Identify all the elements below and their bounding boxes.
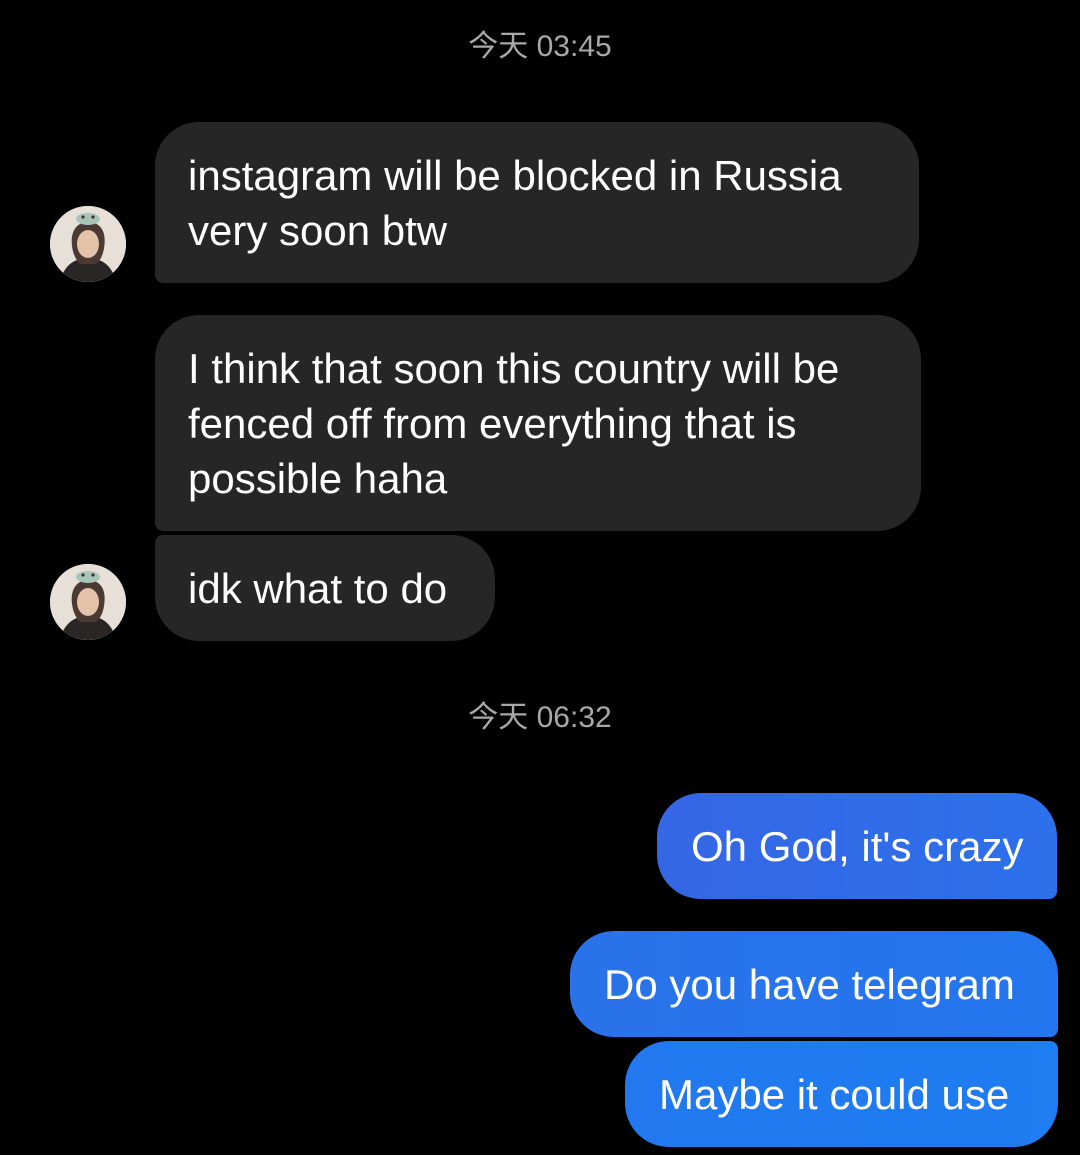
message-text: Oh God, it's crazy	[691, 823, 1024, 870]
message-text-line: very soon btw	[188, 207, 448, 254]
received-message-bubble[interactable]: I think that soon this country will be f…	[155, 315, 921, 531]
message-text-line: idk what to do	[188, 565, 448, 612]
sent-message-bubble[interactable]: Maybe it could use	[625, 1041, 1058, 1147]
message-text-line: possible haha	[188, 455, 448, 502]
contact-avatar[interactable]	[50, 564, 126, 640]
timestamp-text: 今天 06:32	[468, 701, 612, 734]
sent-message-bubble[interactable]: Do you have telegram	[570, 931, 1058, 1037]
avatar-photo-icon	[50, 206, 126, 282]
timestamp-text: 今天 03:45	[468, 30, 612, 63]
received-message-bubble[interactable]: idk what to do	[155, 535, 495, 641]
chat-thread[interactable]: { "thread": { "timestamps": ["今天 03:45",…	[0, 0, 1080, 1155]
message-text: Maybe it could use	[659, 1071, 1010, 1118]
sent-message-bubble[interactable]: Oh God, it's crazy	[657, 793, 1057, 899]
timestamp-divider: 今天 06:32	[0, 701, 1080, 735]
message-text-line: instagram will be blocked in Russia	[188, 152, 842, 199]
message-text: Do you have telegram	[604, 961, 1015, 1008]
message-text-line: fenced off from everything that is	[188, 400, 797, 447]
avatar-photo-icon	[50, 564, 126, 640]
timestamp-divider: 今天 03:45	[0, 30, 1080, 64]
contact-avatar[interactable]	[50, 206, 126, 282]
message-text-line: I think that soon this country will be	[188, 345, 840, 392]
received-message-bubble[interactable]: instagram will be blocked in Russia very…	[155, 122, 919, 283]
